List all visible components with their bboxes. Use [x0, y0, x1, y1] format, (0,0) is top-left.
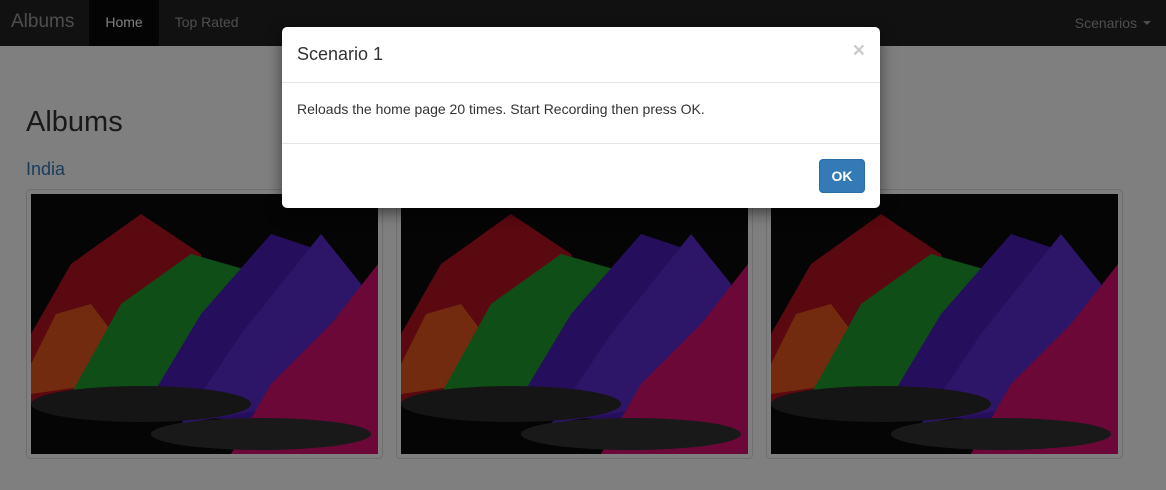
- ok-button[interactable]: OK: [819, 159, 865, 193]
- modal-header: Scenario 1 ×: [282, 27, 880, 83]
- modal-title: Scenario 1: [297, 44, 384, 64]
- modal-message: Reloads the home page 20 times. Start Re…: [297, 101, 705, 117]
- scenario-modal: Scenario 1 × Reloads the home page 20 ti…: [282, 27, 880, 208]
- modal-footer: OK: [282, 144, 880, 208]
- close-icon[interactable]: ×: [853, 40, 865, 61]
- modal-body: Reloads the home page 20 times. Start Re…: [282, 83, 880, 144]
